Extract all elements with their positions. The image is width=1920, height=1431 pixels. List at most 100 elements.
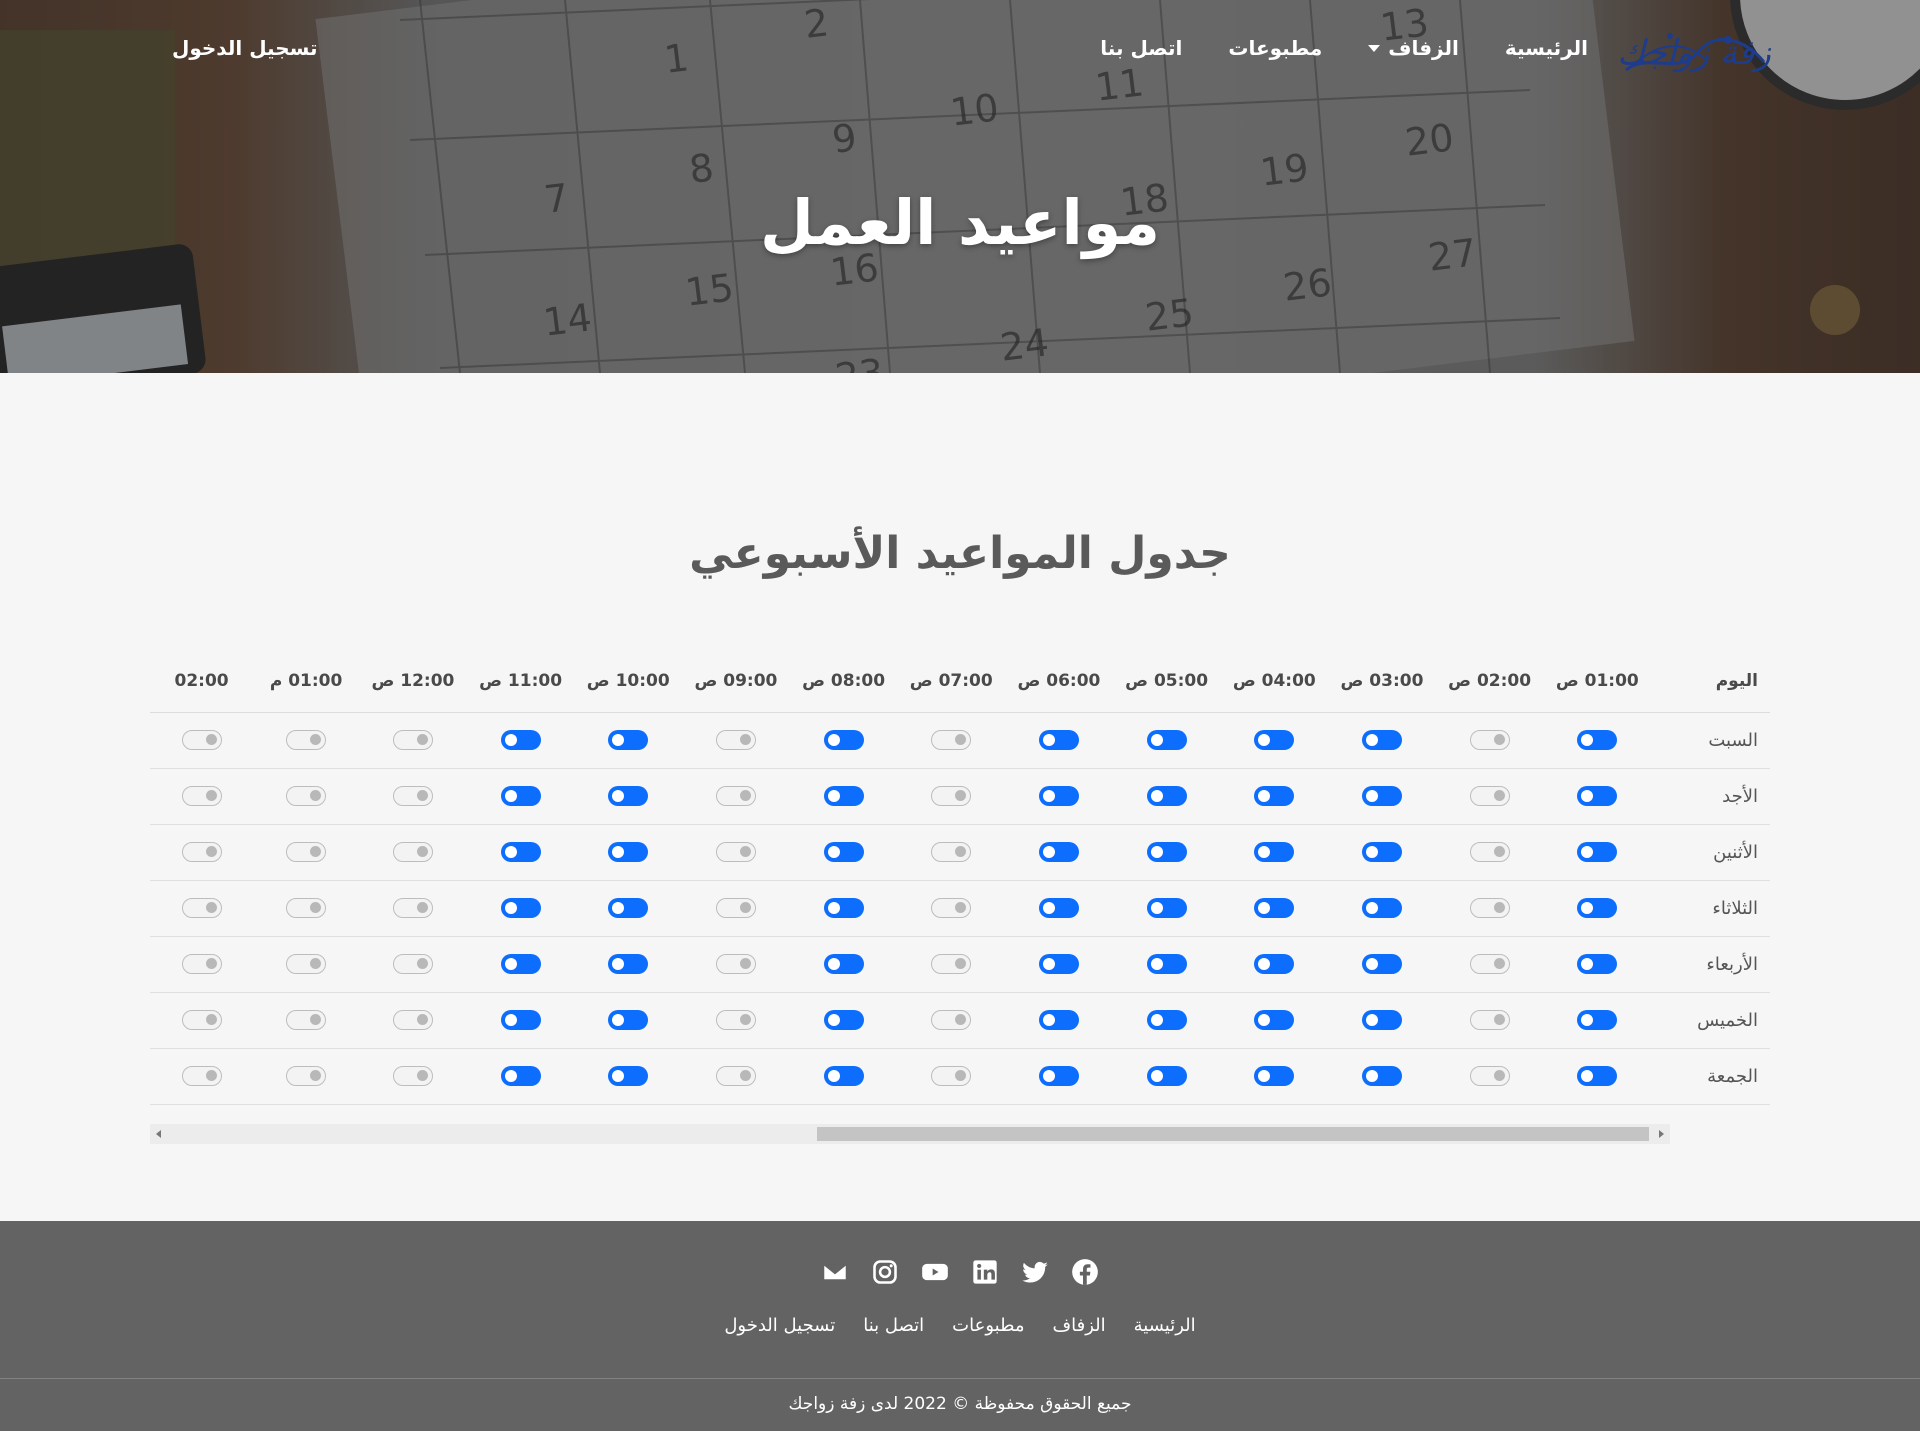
footer-link-contact[interactable]: اتصل بنا	[863, 1315, 924, 1336]
availability-toggle[interactable]	[931, 842, 972, 863]
availability-toggle[interactable]	[715, 1010, 756, 1031]
availability-toggle[interactable]	[500, 786, 541, 807]
availability-toggle[interactable]	[1577, 842, 1618, 863]
availability-toggle[interactable]	[392, 842, 433, 863]
schedule-table-container[interactable]: اليوم 01:00 ص 02:00 ص 03:00 ص 04:00 ص 05:00 …	[150, 650, 1770, 1120]
availability-toggle[interactable]	[608, 954, 649, 975]
availability-toggle[interactable]	[1577, 786, 1618, 807]
scroll-left-arrow-icon[interactable]	[156, 1130, 161, 1138]
availability-toggle[interactable]	[931, 1066, 972, 1087]
availability-toggle[interactable]	[823, 1066, 864, 1087]
availability-toggle[interactable]	[1469, 1066, 1510, 1087]
availability-toggle[interactable]	[1146, 898, 1187, 919]
availability-toggle[interactable]	[608, 1010, 649, 1031]
availability-toggle[interactable]	[1577, 898, 1618, 919]
availability-toggle[interactable]	[1254, 786, 1295, 807]
availability-toggle[interactable]	[715, 954, 756, 975]
availability-toggle[interactable]	[608, 786, 649, 807]
availability-toggle[interactable]	[181, 730, 222, 751]
availability-toggle[interactable]	[608, 730, 649, 751]
availability-toggle[interactable]	[1254, 842, 1295, 863]
availability-toggle[interactable]	[1254, 954, 1295, 975]
availability-toggle[interactable]	[1469, 954, 1510, 975]
availability-toggle[interactable]	[1146, 730, 1187, 751]
twitter-icon[interactable]	[1020, 1257, 1050, 1287]
availability-toggle[interactable]	[823, 1010, 864, 1031]
availability-toggle[interactable]	[931, 786, 972, 807]
availability-toggle[interactable]	[1361, 730, 1402, 751]
availability-toggle[interactable]	[1469, 730, 1510, 751]
availability-toggle[interactable]	[823, 898, 864, 919]
availability-toggle[interactable]	[1146, 954, 1187, 975]
availability-toggle[interactable]	[1038, 954, 1079, 975]
availability-toggle[interactable]	[286, 730, 327, 751]
availability-toggle[interactable]	[286, 842, 327, 863]
youtube-icon[interactable]	[920, 1257, 950, 1287]
availability-toggle[interactable]	[1469, 842, 1510, 863]
availability-toggle[interactable]	[181, 898, 222, 919]
availability-toggle[interactable]	[1577, 1010, 1618, 1031]
availability-toggle[interactable]	[608, 1066, 649, 1087]
availability-toggle[interactable]	[392, 898, 433, 919]
linkedin-icon[interactable]	[970, 1257, 1000, 1287]
availability-toggle[interactable]	[181, 1066, 222, 1087]
availability-toggle[interactable]	[823, 842, 864, 863]
availability-toggle[interactable]	[1469, 786, 1510, 807]
availability-toggle[interactable]	[181, 954, 222, 975]
availability-toggle[interactable]	[931, 1010, 972, 1031]
availability-toggle[interactable]	[1361, 786, 1402, 807]
availability-toggle[interactable]	[1577, 1066, 1618, 1087]
availability-toggle[interactable]	[1146, 1010, 1187, 1031]
availability-toggle[interactable]	[1577, 730, 1618, 751]
instagram-icon[interactable]	[870, 1257, 900, 1287]
availability-toggle[interactable]	[392, 730, 433, 751]
availability-toggle[interactable]	[1146, 842, 1187, 863]
availability-toggle[interactable]	[1361, 898, 1402, 919]
mail-icon[interactable]	[820, 1257, 850, 1287]
login-link[interactable]: تسجيل الدخول	[172, 36, 317, 60]
availability-toggle[interactable]	[500, 730, 541, 751]
availability-toggle[interactable]	[715, 786, 756, 807]
availability-toggle[interactable]	[1254, 898, 1295, 919]
availability-toggle[interactable]	[1038, 898, 1079, 919]
availability-toggle[interactable]	[1254, 730, 1295, 751]
availability-toggle[interactable]	[286, 898, 327, 919]
availability-toggle[interactable]	[392, 1010, 433, 1031]
availability-toggle[interactable]	[181, 786, 222, 807]
nav-item-prints[interactable]: مطبوعات	[1228, 36, 1322, 60]
footer-link-wedding[interactable]: الزفاف	[1052, 1315, 1105, 1336]
availability-toggle[interactable]	[823, 730, 864, 751]
availability-toggle[interactable]	[500, 954, 541, 975]
availability-toggle[interactable]	[823, 786, 864, 807]
availability-toggle[interactable]	[1361, 954, 1402, 975]
availability-toggle[interactable]	[1038, 842, 1079, 863]
availability-toggle[interactable]	[931, 898, 972, 919]
availability-toggle[interactable]	[500, 898, 541, 919]
availability-toggle[interactable]	[500, 1066, 541, 1087]
availability-toggle[interactable]	[392, 1066, 433, 1087]
site-logo[interactable]: زفة زواجك	[1617, 22, 1771, 84]
availability-toggle[interactable]	[392, 954, 433, 975]
availability-toggle[interactable]	[1146, 786, 1187, 807]
availability-toggle[interactable]	[1254, 1010, 1295, 1031]
availability-toggle[interactable]	[181, 842, 222, 863]
footer-link-home[interactable]: الرئيسية	[1134, 1315, 1196, 1336]
scrollbar-thumb[interactable]	[817, 1127, 1649, 1141]
availability-toggle[interactable]	[715, 898, 756, 919]
footer-link-login[interactable]: تسجيل الدخول	[724, 1315, 835, 1336]
availability-toggle[interactable]	[286, 1066, 327, 1087]
scroll-right-arrow-icon[interactable]	[1659, 1130, 1664, 1138]
availability-toggle[interactable]	[1361, 842, 1402, 863]
footer-link-prints[interactable]: مطبوعات	[952, 1315, 1024, 1336]
availability-toggle[interactable]	[715, 1066, 756, 1087]
facebook-icon[interactable]	[1070, 1257, 1100, 1287]
availability-toggle[interactable]	[715, 842, 756, 863]
nav-item-home[interactable]: الرئيسية	[1505, 36, 1588, 60]
horizontal-scrollbar[interactable]	[150, 1124, 1670, 1144]
availability-toggle[interactable]	[286, 954, 327, 975]
nav-item-contact[interactable]: اتصل بنا	[1100, 36, 1182, 60]
availability-toggle[interactable]	[608, 842, 649, 863]
availability-toggle[interactable]	[500, 842, 541, 863]
availability-toggle[interactable]	[823, 954, 864, 975]
availability-toggle[interactable]	[1361, 1066, 1402, 1087]
